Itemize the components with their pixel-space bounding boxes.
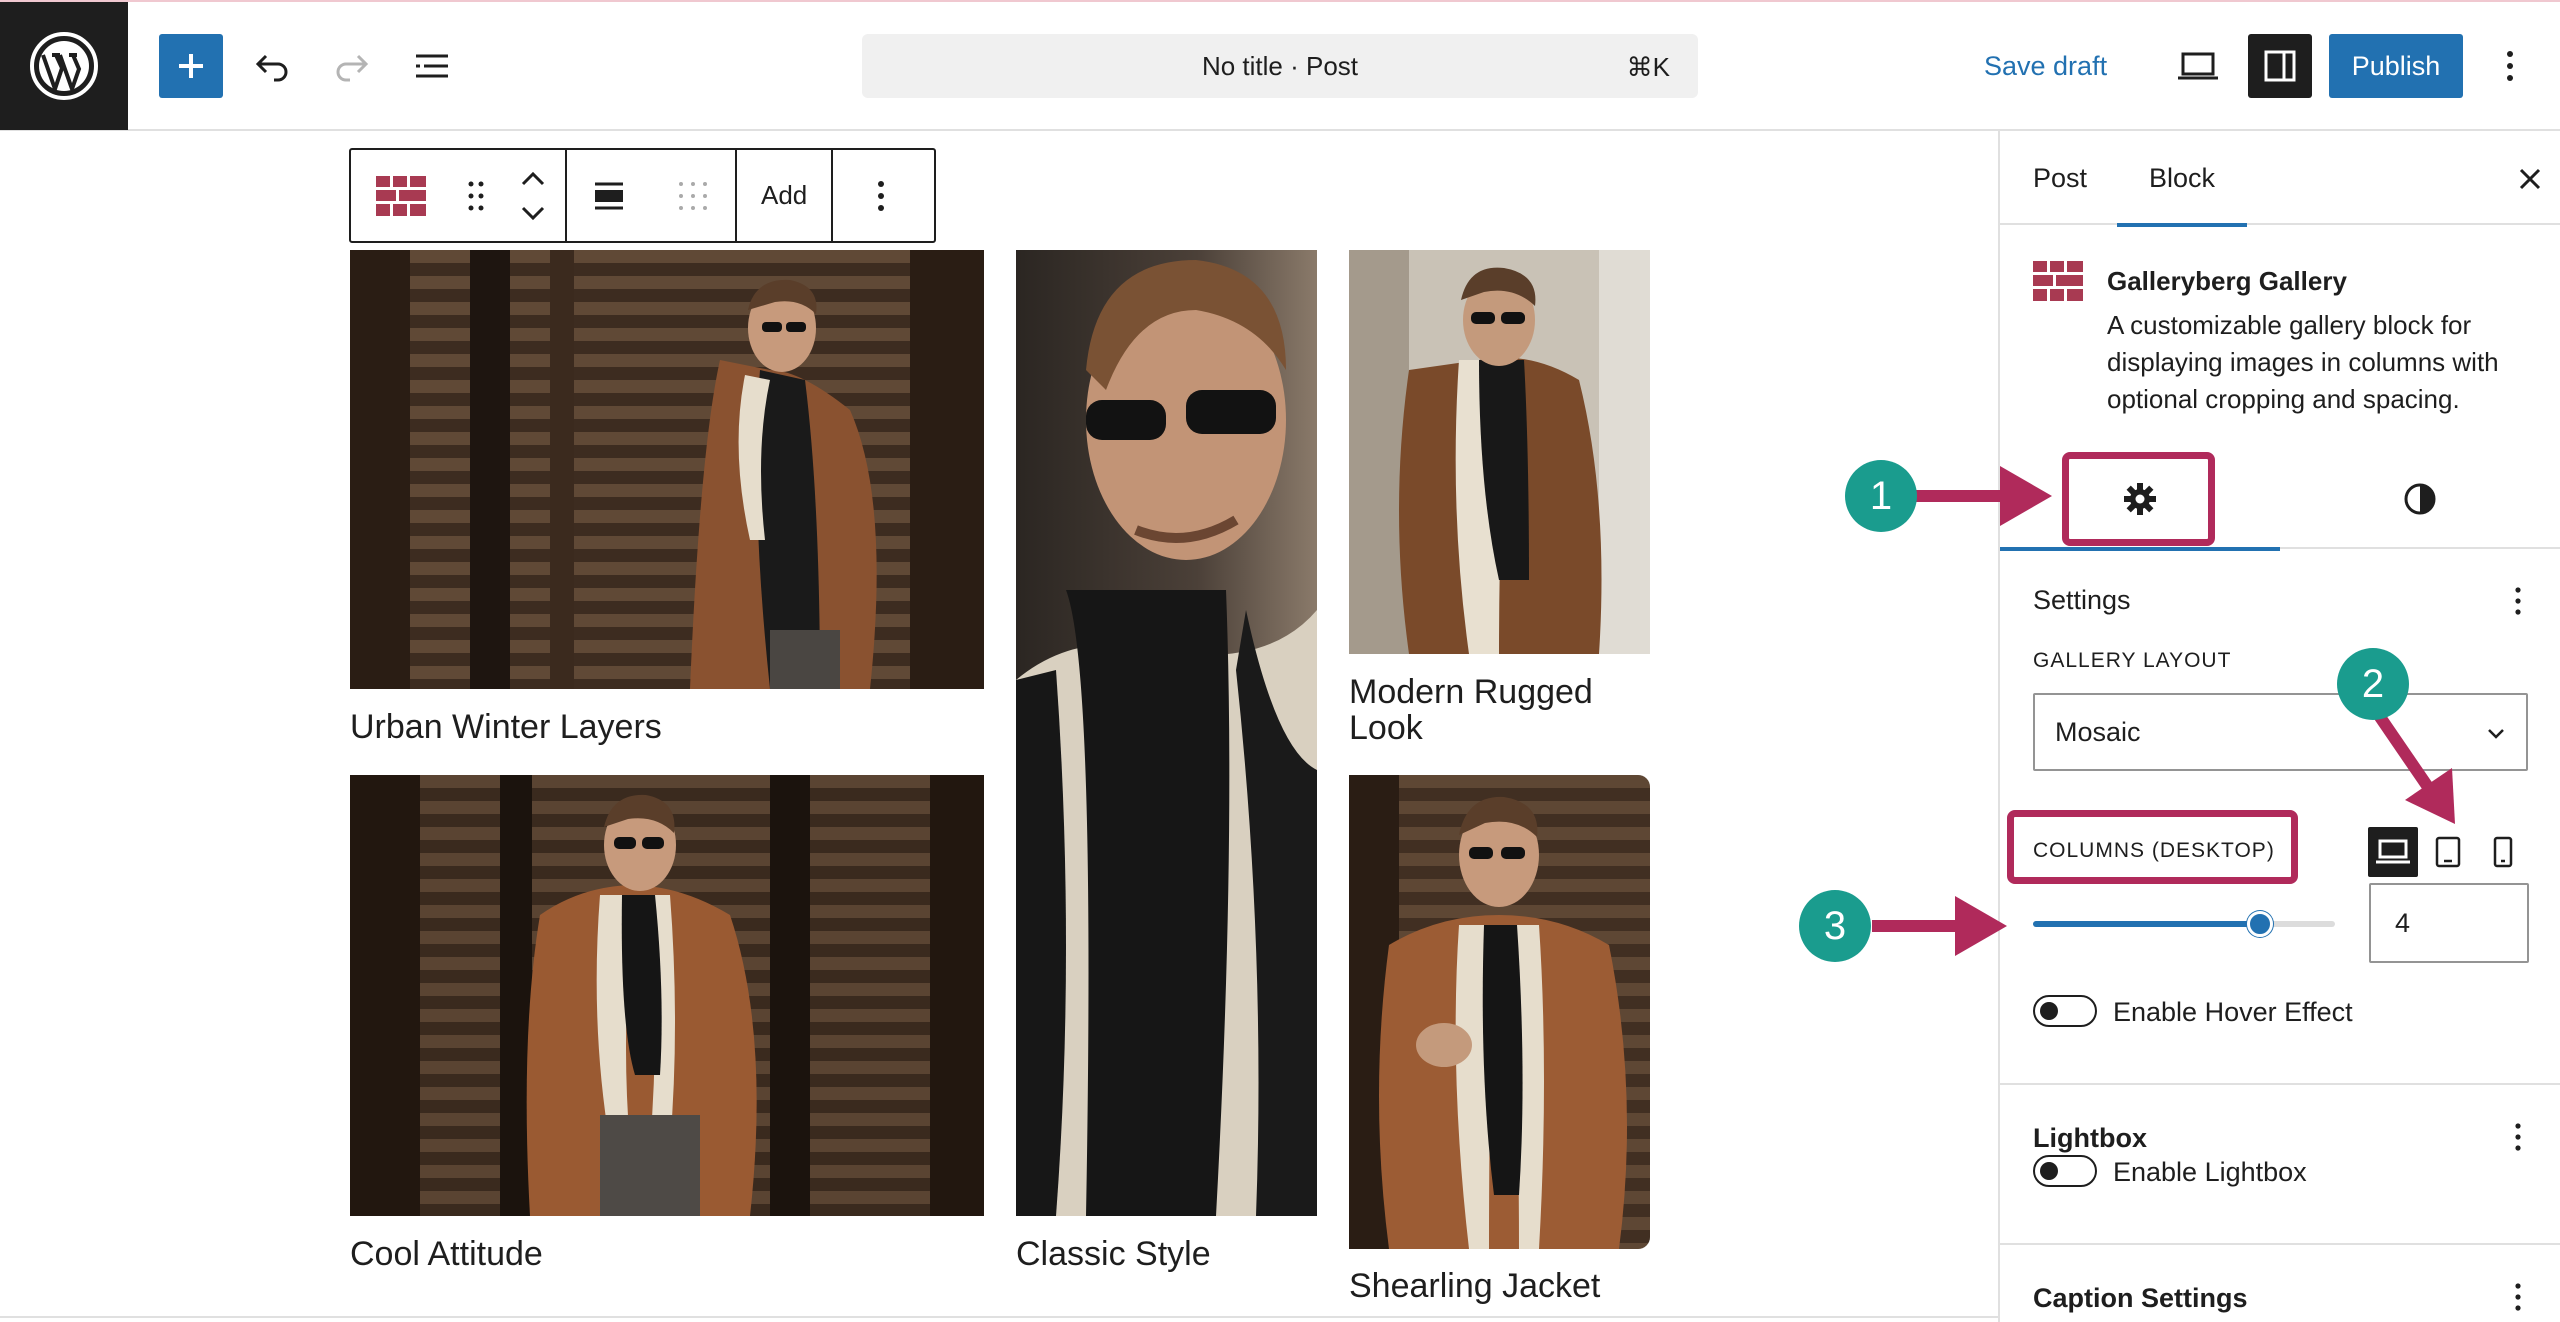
tab-block[interactable]: Block	[2117, 131, 2248, 227]
hover-effect-label: Enable Hover Effect	[2113, 997, 2353, 1027]
device-desktop-button[interactable]	[2368, 827, 2418, 877]
block-toolbar-group-parent	[351, 150, 567, 241]
desktop-preview-icon	[2178, 52, 2218, 80]
gallery-layout-select[interactable]: Mosaic	[2033, 693, 2528, 771]
chevron-up-down-icon	[521, 171, 545, 220]
more-vertical-icon	[2515, 1123, 2521, 1151]
list-view-icon	[416, 54, 448, 78]
gallery-caption[interactable]: Classic Style	[1016, 1236, 1211, 1272]
command-palette-bar[interactable]: No title · Post ⌘K	[862, 34, 1698, 98]
block-toolbar-group-add: Add	[737, 150, 834, 241]
sidebar-tabs: Post Block	[2000, 131, 2560, 227]
more-vertical-icon	[2515, 587, 2521, 615]
grid-dots-icon	[679, 181, 707, 210]
annotation-badge-1: 1	[1845, 460, 1917, 532]
lightbox-toggle-label: Enable Lightbox	[2113, 1157, 2307, 1187]
annotation-highlight-columns-label	[2007, 810, 2298, 884]
tab-styles[interactable]	[2280, 449, 2560, 549]
block-toolbar: Add	[349, 148, 936, 243]
lightbox-toggle[interactable]	[2033, 1155, 2097, 1187]
hover-effect-toggle[interactable]	[2033, 995, 2097, 1027]
block-card-description: A customizable gallery block for display…	[2107, 310, 2499, 414]
gallery-image-urban-winter-layers[interactable]	[350, 250, 984, 689]
settings-panel-options[interactable]	[2500, 581, 2536, 621]
columns-slider-thumb[interactable]	[2246, 911, 2273, 937]
panel-divider	[2000, 1243, 2560, 1245]
block-options-button[interactable]	[833, 150, 929, 241]
tablet-icon	[2435, 836, 2461, 868]
plus-icon	[179, 54, 203, 78]
annotation-badge-3: 3	[1799, 890, 1871, 962]
drag-handle-icon	[468, 181, 484, 210]
gallery-caption[interactable]: Urban Winter Layers	[350, 709, 662, 745]
device-mobile-button[interactable]	[2478, 827, 2528, 877]
document-title: No title · Post	[1201, 50, 1359, 81]
undo-button[interactable]	[244, 38, 300, 94]
block-toolbar-group-align	[567, 150, 737, 241]
columns-slider-fill	[2033, 921, 2260, 927]
add-block-button[interactable]	[159, 34, 223, 98]
annotation-highlight-settings-tab	[2062, 452, 2215, 546]
gallery-caption[interactable]: Shearling Jacket	[1349, 1268, 1600, 1304]
editor-header: No title · Post ⌘K Save draft Publish	[0, 0, 2560, 131]
close-icon	[2519, 168, 2541, 190]
undo-icon	[255, 54, 288, 82]
settings-panel-title[interactable]: Settings	[2033, 585, 2131, 616]
panel-divider	[2000, 1083, 2560, 1085]
align-button[interactable]	[567, 150, 651, 241]
caption-panel-title[interactable]: Caption Settings	[2033, 1283, 2248, 1314]
wordpress-icon	[30, 32, 98, 100]
gallery-block-icon	[376, 175, 426, 216]
close-sidebar-button[interactable]	[2512, 161, 2548, 197]
mobile-icon	[2493, 836, 2513, 868]
settings-sidebar: Post Block Galleryberg Gallery A customi…	[1998, 131, 2560, 1322]
editor-bottom-border	[0, 1316, 1998, 1318]
block-card-title: Galleryberg Gallery	[2107, 266, 2347, 296]
annotation-badge-2: 2	[2337, 648, 2409, 720]
settings-sidebar-toggle[interactable]	[2248, 34, 2312, 98]
more-vertical-icon	[878, 180, 885, 211]
save-draft-button[interactable]: Save draft	[1984, 34, 2107, 98]
align-none-icon	[595, 182, 623, 209]
columns-number-input[interactable]: 4	[2369, 883, 2529, 963]
options-menu-button[interactable]	[2482, 38, 2538, 94]
add-images-button[interactable]: Add	[737, 150, 831, 241]
preview-button[interactable]	[2170, 38, 2226, 94]
gallery-layout-label: GALLERY LAYOUT	[2033, 649, 2232, 672]
publish-button[interactable]: Publish	[2329, 34, 2463, 98]
contrast-icon	[2404, 483, 2436, 515]
gallery-image-modern-rugged-look[interactable]	[1349, 250, 1650, 654]
layout-grid-button[interactable]	[651, 150, 735, 241]
columns-slider[interactable]	[2033, 911, 2335, 937]
redo-button[interactable]	[324, 38, 380, 94]
document-overview-button[interactable]	[404, 38, 460, 94]
more-vertical-icon	[2507, 51, 2513, 81]
block-toolbar-group-options	[833, 150, 929, 241]
move-up-down-buttons[interactable]	[501, 150, 565, 241]
lightbox-panel-options[interactable]	[2500, 1117, 2536, 1157]
more-vertical-icon	[2515, 1283, 2521, 1311]
chevron-down-icon	[2488, 729, 2504, 739]
tab-post[interactable]: Post	[2033, 131, 2087, 225]
gallery-image-cool-attitude[interactable]	[350, 775, 984, 1216]
gallery-block-icon	[2033, 261, 2083, 301]
command-shortcut: ⌘K	[1626, 52, 1670, 82]
gallery-image-classic-style[interactable]	[1016, 250, 1317, 1216]
caption-panel-options[interactable]	[2500, 1277, 2536, 1317]
device-tablet-button[interactable]	[2423, 827, 2473, 877]
drag-handle[interactable]	[451, 150, 501, 241]
sidebar-icon	[2264, 50, 2296, 82]
gallery-image-shearling-jacket[interactable]	[1349, 775, 1650, 1249]
gallery-caption[interactable]: Cool Attitude	[350, 1236, 543, 1272]
gallery-caption[interactable]: Modern Rugged Look	[1349, 674, 1650, 746]
gallery-layout-value: Mosaic	[2055, 716, 2141, 747]
desktop-icon	[2376, 839, 2410, 864]
block-type-button[interactable]	[351, 150, 451, 241]
wordpress-logo[interactable]	[0, 2, 128, 130]
lightbox-panel-title[interactable]: Lightbox	[2033, 1123, 2147, 1154]
redo-icon	[336, 54, 369, 82]
